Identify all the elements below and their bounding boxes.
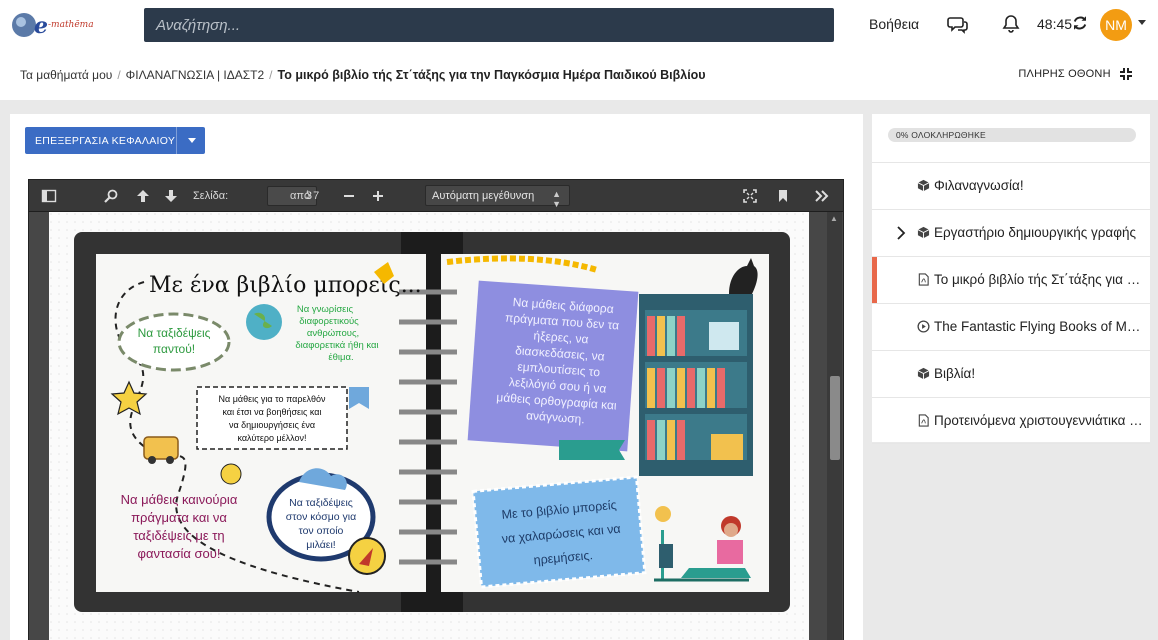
active-marker — [872, 257, 877, 304]
box-icon — [917, 226, 930, 239]
session-timer: 48:45 — [1037, 16, 1073, 32]
fullscreen-button[interactable]: ΠΛΗΡΗΣ ΟΘΟΝΗ — [1018, 67, 1133, 81]
svg-text:διαφορετικά ήθη και: διαφορετικά ήθη και — [295, 340, 378, 351]
sidebar-item-label: Φιλαναγνωσία! — [934, 178, 1024, 193]
bus-icon — [143, 436, 179, 460]
sidebar-item-christmas-books[interactable]: Προτεινόμενα χριστουγεννιάτικα βιβλία — [872, 397, 1150, 444]
zoom-select[interactable]: Αυτόματη μεγέθυνση ▲ ▼ — [425, 185, 570, 209]
edit-section-button[interactable]: ΕΠΕΞΕΡΓΑΣΙΑ ΚΕΦΑΛΑΙΟΥ — [25, 127, 205, 154]
sidebar-item-label: Βιβλία! — [934, 366, 976, 381]
edit-section-label: ΕΠΕΞΕΡΓΑΣΙΑ ΚΕΦΑΛΑΙΟΥ — [35, 135, 176, 147]
sidebar-item-label: Το μικρό βιβλίο τής Στ΄τάξης για την Παγ… — [934, 272, 1144, 287]
progress-bar: 0% ΟΛΟΚΛΗΡΩΘΗΚΕ — [888, 128, 1136, 142]
sidebar-item-flying-books[interactable]: The Fantastic Flying Books of Mr. Morris… — [872, 303, 1150, 350]
pdf-toolbar: Σελίδα: 3 από 7 Αυτόματη μεγέθυνση ▲ ▼ — [29, 180, 843, 212]
user-avatar[interactable]: NM — [1100, 9, 1132, 41]
pdf-viewer: Σελίδα: 3 από 7 Αυτόματη μεγέθυνση ▲ ▼ Μ… — [28, 179, 844, 640]
sidebar-item-filanagnosia[interactable]: Φιλαναγνωσία! — [872, 162, 1150, 209]
help-link[interactable]: Βοήθεια — [869, 16, 919, 32]
search-icon[interactable] — [103, 188, 119, 204]
search-placeholder: Αναζήτηση... — [156, 17, 241, 34]
breadcrumb: Τα μαθήματά μου / ΦΙΛΑΝΑΓΝΩΣΙΑ | ΙΔΑΣΤ2 / Το… — [20, 68, 706, 82]
sidebar-item-label: Προτεινόμενα χριστουγεννιάτικα βιβλία — [934, 413, 1144, 428]
pdf-scrollbar[interactable]: ▲ — [827, 212, 842, 640]
pdf-document-area[interactable]: Με ένα βιβλίο μπορείς... Να ταξιδέψεις π… — [29, 212, 843, 640]
chevron-right-icon[interactable] — [896, 225, 906, 241]
sidebar-item-label: Εργαστήριο δημιουργικής γραφής — [934, 225, 1136, 240]
button-divider — [176, 127, 177, 154]
svg-text:Να γνωρίσεις: Να γνωρίσεις — [297, 304, 354, 315]
play-circle-icon — [917, 320, 930, 333]
svg-text:να δημιουργήσεις ένα: να δημιουργήσεις ένα — [229, 420, 315, 430]
svg-text:ταξιδέψεις με τη: ταξιδέψεις με τη — [133, 528, 224, 543]
pdf-file-icon — [918, 273, 929, 286]
chat-icon[interactable] — [946, 12, 970, 36]
zoom-value: Αυτόματη μεγέθυνση — [432, 190, 535, 202]
page-label: Σελίδα: — [193, 190, 229, 202]
svg-text:στον κόσμο για: στον κόσμο για — [286, 511, 356, 523]
site-logo[interactable]: e -mathēma — [10, 9, 110, 41]
search-input[interactable]: Αναζήτηση... — [144, 8, 834, 42]
sidebar-item-books[interactable]: Βιβλία! — [872, 350, 1150, 397]
sidebar-toggle-icon[interactable] — [41, 188, 57, 204]
svg-text:και έτσι να βοηθήσεις και: και έτσι να βοηθήσεις και — [223, 407, 322, 417]
svg-text:παντού!: παντού! — [153, 342, 195, 356]
breadcrumb-current: Το μικρό βιβλίο τής Στ΄τάξης για την Παγ… — [277, 68, 706, 82]
breadcrumb-separator: / — [117, 68, 121, 82]
refresh-icon[interactable] — [1071, 14, 1089, 32]
ribbon-icon — [559, 440, 625, 460]
fullscreen-label: ΠΛΗΡΗΣ ΟΘΟΝΗ — [1018, 67, 1111, 80]
box-icon — [917, 367, 930, 380]
chevron-down-icon[interactable] — [188, 138, 196, 143]
sidebar-item-small-book[interactable]: Το μικρό βιβλίο τής Στ΄τάξης για την Παγ… — [872, 256, 1150, 304]
svg-text:e: e — [34, 13, 48, 39]
svg-text:πράγματα και να: πράγματα και να — [131, 510, 227, 525]
sidebar-item-label: The Fantastic Flying Books of Mr. Morris… — [934, 319, 1144, 334]
svg-text:-mathēma: -mathēma — [48, 20, 94, 30]
zoom-in-icon[interactable] — [370, 188, 386, 204]
scroll-up-icon[interactable]: ▲ — [830, 214, 838, 223]
scroll-thumb[interactable] — [830, 376, 840, 460]
svg-text:Να ταξιδέψεις: Να ταξιδέψεις — [289, 497, 353, 509]
previous-page-icon[interactable] — [135, 188, 151, 204]
breadcrumb-my-courses[interactable]: Τα μαθήματά μου — [20, 68, 112, 82]
breadcrumb-separator: / — [269, 68, 273, 82]
svg-text:καλύτερο μέλλον!: καλύτερο μέλλον! — [237, 433, 306, 443]
presentation-mode-icon[interactable] — [742, 188, 758, 204]
tools-menu-icon[interactable] — [814, 188, 830, 204]
bell-icon[interactable] — [999, 12, 1023, 36]
bookmark-icon[interactable] — [775, 188, 791, 204]
svg-text:φαντασία σου!: φαντασία σου! — [138, 546, 221, 561]
svg-text:διαφορετικούς: διαφορετικούς — [299, 316, 359, 327]
svg-text:έθιμα.: έθιμα. — [328, 352, 353, 363]
svg-text:Να μάθεις καινούρια: Να μάθεις καινούρια — [121, 492, 238, 507]
lightbulb-icon — [220, 463, 242, 485]
slide-illustration: Με ένα βιβλίο μπορείς... Να ταξιδέψεις π… — [49, 212, 809, 640]
breadcrumb-course[interactable]: ΦΙΛΑΝΑΓΝΩΣΙΑ | ΙΔΑΣΤ2 — [126, 68, 265, 82]
svg-text:ανθρώπους,: ανθρώπους, — [307, 328, 359, 339]
pdf-page: Με ένα βιβλίο μπορείς... Να ταξιδέψεις π… — [49, 212, 809, 640]
page-count: από 7 — [290, 190, 320, 202]
svg-text:τον οποίο: τον οποίο — [299, 525, 344, 537]
progress-label: 0% ΟΛΟΚΛΗΡΩΘΗΚΕ — [896, 130, 986, 140]
top-navbar: e -mathēma Αναζήτηση... Βοήθεια 48:45 NM — [0, 0, 1158, 50]
select-arrows-icon: ▲ ▼ — [552, 189, 561, 209]
zoom-out-icon[interactable] — [341, 188, 357, 204]
sidebar-item-writing-workshop[interactable]: Εργαστήριο δημιουργικής γραφής — [872, 209, 1150, 256]
pdf-file-icon — [918, 414, 929, 427]
chevron-down-icon[interactable] — [1138, 20, 1146, 25]
svg-text:μιλάει!: μιλάει! — [306, 539, 335, 551]
compress-icon — [1120, 68, 1132, 80]
svg-text:Να ταξιδέψεις: Να ταξιδέψεις — [138, 326, 211, 340]
box-icon — [917, 179, 930, 192]
svg-text:Να μάθεις για το παρελθόν: Να μάθεις για το παρελθόν — [218, 394, 326, 404]
next-page-icon[interactable] — [163, 188, 179, 204]
